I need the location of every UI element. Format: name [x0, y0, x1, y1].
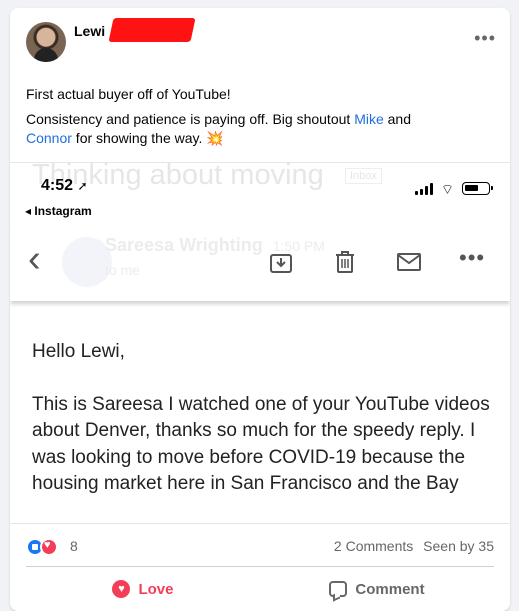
trash-icon: [336, 251, 354, 273]
mail-toolbar: Sareesa Wrighting 1:50 PM to me ‹ •••: [10, 229, 510, 301]
love-icon: [40, 538, 58, 556]
post-text-line2: Consistency and patience is paying off. …: [26, 110, 496, 148]
ghost-to-me: to me: [105, 262, 141, 278]
reaction-count[interactable]: 8: [70, 538, 78, 554]
mail-more-icon: •••: [459, 245, 486, 270]
ghost-sender-name: Sareesa Wrighting: [105, 235, 263, 255]
action-bar: ♥ Love Comment: [26, 566, 494, 611]
more-options-icon[interactable]: •••: [474, 28, 496, 49]
status-time-value: 4:52: [41, 177, 74, 194]
post-text-and: and: [383, 111, 411, 127]
wifi-icon: ⌔: [440, 181, 454, 197]
mention-connor-link[interactable]: Connor: [26, 130, 72, 146]
comment-icon: [329, 581, 348, 597]
comment-button[interactable]: Comment: [260, 567, 494, 611]
author-avatar[interactable]: [26, 22, 66, 62]
author-name[interactable]: Lewi: [74, 23, 105, 39]
signal-icon: [414, 183, 433, 195]
post-text-span: Consistency and patience is paying off. …: [26, 111, 355, 127]
post-card: Lewi ••• First actual buyer off of YouTu…: [10, 8, 510, 611]
post-text-span2: for showing the way.: [71, 130, 207, 146]
archive-icon: [270, 254, 292, 273]
email-greeting: Hello Lewi,: [32, 341, 125, 362]
status-time: 4:52 ➚: [41, 177, 88, 195]
back-chevron-icon: ‹: [28, 238, 41, 280]
mail-icon: [397, 253, 421, 271]
reactions-bar: 8 2 Comments Seen by 35: [10, 532, 510, 558]
email-text: This is Sareesa I watched one of your Yo…: [32, 393, 490, 495]
post-text: First actual buyer off of YouTube! Consi…: [26, 85, 496, 154]
heart-icon: ♥: [112, 580, 131, 598]
reaction-icons[interactable]: [26, 538, 66, 556]
post-header: Lewi •••: [10, 8, 510, 78]
comment-label: Comment: [355, 580, 425, 598]
attached-screenshot[interactable]: Thinking about moving Inbox 4:52 ➚ ◂ Ins…: [10, 162, 510, 524]
love-label: Love: [138, 580, 174, 598]
post-stats: 2 Comments Seen by 35: [334, 538, 494, 554]
back-to-app-link: ◂ Instagram: [25, 204, 92, 218]
battery-icon: [462, 182, 493, 195]
ghost-inbox-label: Inbox: [345, 168, 382, 184]
post-text-line1: First actual buyer off of YouTube!: [26, 86, 231, 102]
email-body: Hello Lewi, This is Sareesa I watched on…: [32, 339, 492, 498]
mention-mike-link[interactable]: Mike: [354, 111, 384, 127]
love-button[interactable]: ♥ Love: [26, 567, 260, 611]
location-arrow-icon: ➚: [77, 179, 88, 193]
redaction-mark: [108, 18, 196, 42]
collision-emoji-icon: 💥: [206, 130, 224, 146]
seen-count[interactable]: Seen by 35: [423, 538, 494, 554]
comments-count[interactable]: 2 Comments: [334, 538, 413, 554]
status-icons: ⌔: [414, 181, 493, 197]
